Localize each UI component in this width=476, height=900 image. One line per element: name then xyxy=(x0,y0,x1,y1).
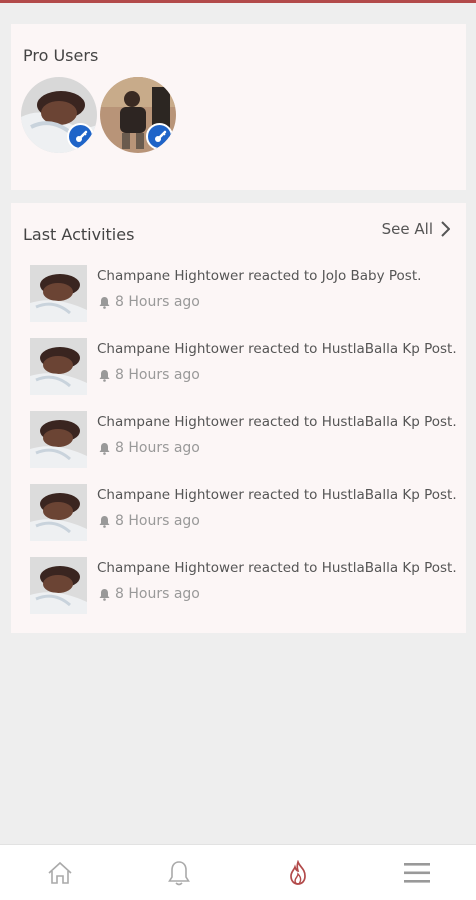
activity-time-label: 8 Hours ago xyxy=(115,294,200,310)
pro-users-card: Pro Users xyxy=(11,24,466,190)
nav-notifications-button[interactable] xyxy=(164,859,194,887)
activity-item[interactable]: Champane Hightower reacted to HustlaBall… xyxy=(30,557,460,617)
activity-time-label: 8 Hours ago xyxy=(115,586,200,602)
top-accent-line xyxy=(0,0,476,3)
bell-icon xyxy=(168,861,190,886)
bottom-navigation xyxy=(0,844,476,900)
see-all-button[interactable]: See All xyxy=(382,220,450,238)
activity-text: Champane Hightower reacted to HustlaBall… xyxy=(97,487,457,503)
activity-item[interactable]: Champane Hightower reacted to HustlaBall… xyxy=(30,484,460,544)
activity-time: 8 Hours ago xyxy=(99,294,200,310)
activity-item[interactable]: Champane Hightower reacted to HustlaBall… xyxy=(30,338,460,398)
bell-icon xyxy=(99,588,110,601)
bell-icon xyxy=(99,515,110,528)
activity-time: 8 Hours ago xyxy=(99,367,200,383)
activity-text: Champane Hightower reacted to JoJo Baby … xyxy=(97,268,422,284)
activity-avatar xyxy=(30,484,87,541)
fire-icon xyxy=(290,860,306,885)
menu-icon xyxy=(404,863,430,883)
activity-avatar xyxy=(30,557,87,614)
activity-text: Champane Hightower reacted to HustlaBall… xyxy=(97,341,457,357)
nav-menu-button[interactable] xyxy=(402,859,432,887)
pro-user-avatar[interactable] xyxy=(21,77,97,153)
see-all-label: See All xyxy=(381,220,433,238)
nav-trending-button[interactable] xyxy=(283,859,313,887)
activity-time-label: 8 Hours ago xyxy=(115,513,200,529)
bell-icon xyxy=(99,442,110,455)
activity-time: 8 Hours ago xyxy=(99,586,200,602)
bell-icon xyxy=(99,369,110,382)
activity-avatar xyxy=(30,338,87,395)
activity-item[interactable]: Champane Hightower reacted to HustlaBall… xyxy=(30,411,460,471)
activity-item[interactable]: Champane Hightower reacted to JoJo Baby … xyxy=(30,265,460,325)
activity-time: 8 Hours ago xyxy=(99,440,200,456)
activity-time: 8 Hours ago xyxy=(99,513,200,529)
home-icon xyxy=(48,861,72,884)
bell-icon xyxy=(99,296,110,309)
activity-time-label: 8 Hours ago xyxy=(115,440,200,456)
activity-text: Champane Hightower reacted to HustlaBall… xyxy=(97,414,457,430)
nav-home-button[interactable] xyxy=(45,859,75,887)
activity-time-label: 8 Hours ago xyxy=(115,367,200,383)
activity-text: Champane Hightower reacted to HustlaBall… xyxy=(97,560,457,576)
pro-badge-icon xyxy=(146,123,173,150)
last-activities-card: Last Activities See All Champane Hightow… xyxy=(11,203,466,633)
activity-avatar xyxy=(30,265,87,322)
pro-badge-icon xyxy=(67,123,94,150)
pro-user-avatar[interactable] xyxy=(100,77,176,153)
chevron-right-icon xyxy=(441,221,450,237)
pro-users-title: Pro Users xyxy=(23,46,99,65)
activity-avatar xyxy=(30,411,87,468)
last-activities-title: Last Activities xyxy=(23,225,135,244)
